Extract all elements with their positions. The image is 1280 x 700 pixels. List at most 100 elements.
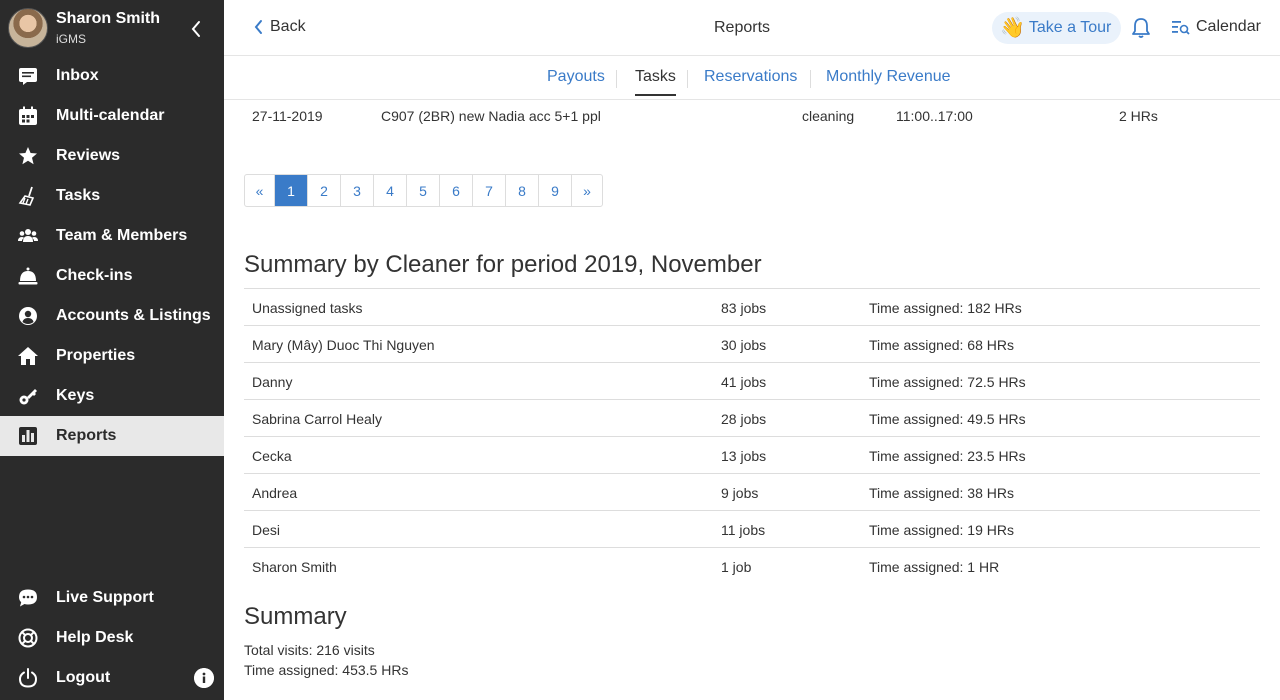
pagination: « 1 2 3 4 5 6 7 8 9 » [244,174,603,207]
report-tabs: Payouts Tasks Reservations Monthly Reven… [224,56,1280,100]
pagination-page-5[interactable]: 5 [407,175,440,206]
tab-reservations[interactable]: Reservations [704,68,797,94]
sidebar-item-multi-calendar[interactable]: Multi-calendar [0,96,224,136]
sidebar-item-label: Live Support [56,589,154,606]
cleaner-jobs: 1 job [721,559,752,575]
sidebar-item-label: Reports [56,427,117,444]
profile-name: Sharon Smith [56,10,161,27]
sidebar-item-check-ins[interactable]: Check-ins [0,256,224,296]
sidebar-item-logout[interactable]: Logout [0,658,224,698]
sidebar-item-accounts-listings[interactable]: Accounts & Listings [0,296,224,336]
bell-icon[interactable] [1130,17,1152,39]
cleaner-jobs: 13 jobs [721,448,767,464]
total-time-assigned: Time assigned: 453.5 HRs [244,662,409,678]
home-icon [18,347,38,365]
star-icon [19,147,37,165]
sidebar-item-tasks[interactable]: Tasks [0,176,224,216]
sidebar-item-label: Keys [56,387,95,404]
table-row: Cecka 13 jobs Time assigned: 23.5 HRs [244,437,1260,474]
summary-title: Summary [244,603,347,630]
tab-divider [616,70,617,88]
sidebar-item-label: Team & Members [56,227,188,244]
task-time: 11:00..17:00 [896,108,973,124]
tab-divider [810,70,811,88]
user-circle-icon [19,307,37,325]
profile[interactable]: Sharon Smith iGMS [0,0,224,56]
cleaner-name: Andrea [252,485,298,501]
cleaner-name: Danny [252,374,293,390]
cleaner-time: Time assigned: 49.5 HRs [869,411,1026,427]
pagination-page-6[interactable]: 6 [440,175,473,206]
cleaner-jobs: 11 jobs [721,522,766,538]
sidebar-item-label: Help Desk [56,629,134,646]
avatar [8,8,48,48]
total-visits: Total visits: 216 visits [244,642,375,658]
tab-payouts[interactable]: Payouts [547,68,605,94]
tour-label: Take a Tour [1028,19,1112,36]
summary-by-cleaner-title: Summary by Cleaner for period 2019, Nove… [244,251,762,278]
calendar-icon [19,106,37,125]
table-row: Unassigned tasks 83 jobs Time assigned: … [244,289,1260,326]
table-row: Sabrina Carrol Healy 28 jobs Time assign… [244,400,1260,437]
key-icon [19,389,37,405]
pagination-page-4[interactable]: 4 [374,175,407,206]
cleaner-time: Time assigned: 72.5 HRs [869,374,1026,390]
calendar-label: Calendar [1196,18,1261,35]
pagination-page-1[interactable]: 1 [275,175,308,206]
pagination-next[interactable]: » [572,175,602,206]
pagination-page-3[interactable]: 3 [341,175,374,206]
profile-org: iGMS [56,32,86,46]
info-icon[interactable] [194,668,214,688]
cleaner-name: Sharon Smith [252,559,337,575]
power-icon [18,668,38,688]
calendar-search-icon [1172,21,1190,35]
pagination-page-8[interactable]: 8 [506,175,539,206]
task-duration: 2 HRs [1119,108,1158,124]
sidebar-item-label: Properties [56,347,136,364]
task-date: 27-11-2019 [252,108,323,124]
sidebar-item-label: Check-ins [56,267,133,284]
pagination-prev[interactable]: « [245,175,275,206]
sidebar-item-label: Logout [56,669,111,686]
bell-service-icon [18,267,38,285]
top-header: Back Reports 👋 Take a Tour Calendar [224,0,1280,56]
sidebar-item-properties[interactable]: Properties [0,336,224,376]
chat-icon [19,589,37,607]
sidebar-item-reviews[interactable]: Reviews [0,136,224,176]
sidebar-item-reports[interactable]: Reports [0,416,224,456]
cleaner-summary-table: Unassigned tasks 83 jobs Time assigned: … [244,288,1260,585]
cleaner-name: Unassigned tasks [252,300,363,316]
cleaner-jobs: 83 jobs [721,300,767,316]
cleaner-time: Time assigned: 182 HRs [869,300,1022,316]
pagination-page-2[interactable]: 2 [308,175,341,206]
cleaner-jobs: 9 jobs [721,485,759,501]
sidebar-item-label: Accounts & Listings [56,307,211,324]
cleaner-name: Mary (Mây) Duoc Thi Nguyen [252,337,435,353]
tab-monthly-revenue[interactable]: Monthly Revenue [826,68,951,94]
sidebar-item-live-support[interactable]: Live Support [0,578,224,618]
lifebuoy-icon [18,628,38,648]
table-row: 27-11-2019 C907 (2BR) new Nadia acc 5+1 … [244,100,1260,130]
tab-divider [687,70,688,88]
cleaner-name: Cecka [252,448,292,464]
sidebar-item-help-desk[interactable]: Help Desk [0,618,224,658]
table-row: Andrea 9 jobs Time assigned: 38 HRs [244,474,1260,511]
take-a-tour-button[interactable]: 👋 Take a Tour [992,12,1122,44]
cleaner-jobs: 28 jobs [721,411,767,427]
table-row: Danny 41 jobs Time assigned: 72.5 HRs [244,363,1260,400]
cleaner-jobs: 41 jobs [721,374,767,390]
chart-icon [19,427,37,445]
pagination-page-9[interactable]: 9 [539,175,572,206]
sidebar-item-label: Inbox [56,67,99,84]
sidebar: Sharon Smith iGMS Inbox Multi-calendar R… [0,0,224,700]
sidebar-item-team-members[interactable]: Team & Members [0,216,224,256]
chevron-left-icon[interactable] [188,18,204,40]
pagination-page-7[interactable]: 7 [473,175,506,206]
cleaner-name: Desi [252,522,281,538]
inbox-icon [19,68,37,85]
table-row: Desi 11 jobs Time assigned: 19 HRs [244,511,1260,548]
tab-tasks[interactable]: Tasks [635,68,676,96]
sidebar-item-inbox[interactable]: Inbox [0,56,224,96]
calendar-link[interactable]: Calendar [1172,18,1261,36]
sidebar-item-keys[interactable]: Keys [0,376,224,416]
